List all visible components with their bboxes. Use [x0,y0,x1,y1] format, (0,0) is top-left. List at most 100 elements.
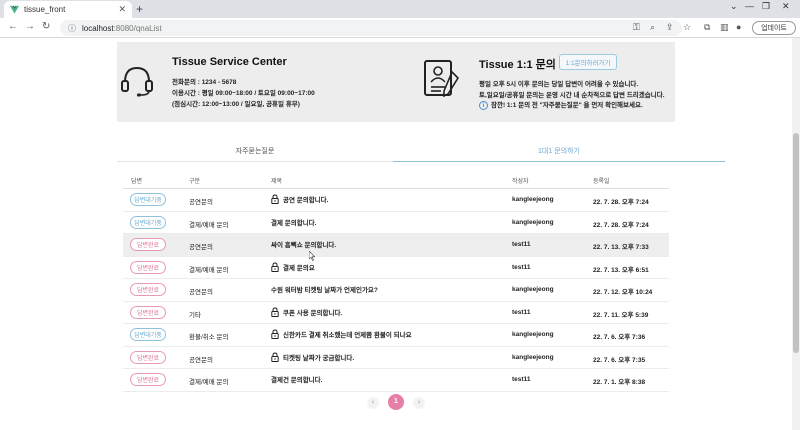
address-bar[interactable]: ⓘ localhost :8080/qnaList [60,20,682,36]
date-cell: 22. 7. 28. 오후 7:24 [593,199,649,206]
title-cell[interactable]: 결제 문의합니다. [271,217,316,227]
back-icon[interactable]: ← [8,21,18,32]
page-tabs: 자주묻는질문 1대1 문의하기 [117,140,725,162]
date-cell: 22. 7. 11. 오후 5:39 [593,311,649,319]
title-text: 결제 문의요 [283,264,315,272]
header-author: 작성자 [512,179,529,185]
title-text: 티켓팅 날짜가 궁금합니다. [283,354,355,362]
restore-icon[interactable]: ❐ [762,1,770,12]
status-badge: 답변대기중 [130,193,166,206]
date-cell: 22. 7. 1. 오후 8:38 [593,379,646,386]
qa-faq-notice-text: 잠깐! 1:1 문의 전 "자주묻는질문" 을 먼저 확인해보세요. [491,102,643,109]
table-row[interactable]: 답변완료 공연문의 수원 워터밤 티켓팅 날짜가 언제인가요? kangleejeon… [123,279,669,302]
minimize-icon[interactable]: — [745,1,754,11]
author-cell: kangleejeong [512,353,554,361]
table-row[interactable]: 답변대기중 결제/예매 문의 결제 문의합니다. kangleejeong 22. 7.… [123,212,669,234]
status-badge: 답변완료 [130,238,166,251]
category-cell: 결제/예매 문의 [189,266,229,274]
tab-faq-label: 자주묻는질문 [235,147,275,155]
lock-icon [271,351,279,362]
status-badge: 답변대기중 [130,328,166,341]
pagination: ‹ 1 › [367,394,427,412]
title-cell[interactable]: 결제건 문의합니다. [271,374,322,384]
document-profile-icon [424,60,460,98]
date-cell: 22. 7. 6. 오후 7:35 [593,356,646,364]
table-row[interactable]: 답변완료 공연문의 티켓팅 날짜가 궁금합니다. kangleejeong 22. 7.… [123,347,669,369]
extensions-icon[interactable]: ⧉ [704,22,710,33]
lock-icon [271,194,279,204]
status-badge: 답변완료 [130,350,166,364]
status-badge: 답변완료 [130,260,166,274]
status-badge: 답변완료 [130,283,166,296]
author-cell: kangleejeong [512,331,554,338]
next-page-button[interactable]: › [413,397,425,409]
table-row[interactable]: 답변대기중 환불/취소 문의 신한카드 결제 취소했는데 언제쯤 환불이 되나요 ka… [123,324,669,347]
goto-inquiry-label: 1:1문의하러가기 [565,60,611,67]
table-row[interactable]: 답변완료 공연문의 싸이 흠뻑쇼 문의합니다. test11 22. 7. 13. 오후… [123,234,669,257]
url-path: :8080/qnaList [113,23,162,33]
header-date: 등록일 [593,179,610,185]
service-lunch-hours: (점심시간: 12:00~13:00 / 일요일, 공휴일 휴무) [172,101,300,108]
title-cell[interactable]: 수원 워터밤 티켓팅 날짜가 언제인가요? [271,284,378,294]
profile-avatar-icon[interactable]: ● [736,22,741,32]
title-text: 신한카드 결제 취소했는데 언제쯤 환불이 되나요 [283,332,412,339]
title-text: 싸이 흠뻑쇼 문의합니다. [271,242,337,249]
page-viewport: Tissue Service Center 전화문의 : 1234 - 5678… [0,38,792,430]
tab-qna-label: 1대1 문의하기 [538,147,580,155]
title-text: 수원 워터밤 티켓팅 날짜가 언제인가요? [271,287,378,294]
title-cell[interactable]: 신한카드 결제 취소했는데 언제쯤 환불이 되나요 [271,329,412,339]
zoom-icon[interactable]: ⌕ [650,22,655,33]
reload-icon[interactable]: ↻ [42,21,50,32]
new-tab-button[interactable]: + [136,2,143,16]
scrollbar-thumb[interactable] [793,133,799,353]
tab-faq[interactable]: 자주묻는질문 [117,140,393,162]
window-close-icon[interactable]: ✕ [782,1,790,12]
status-badge: 답변완료 [130,305,166,319]
table-row[interactable]: 답변완료 결제/예매 문의 결제 문의요 test11 22. 7. 13. 오후 6:… [123,257,669,279]
page-1-button[interactable]: 1 [388,394,404,410]
date-cell: 22. 7. 13. 오후 6:51 [593,266,649,274]
browser-tab[interactable]: tissue_front ✕ [4,1,132,18]
inquiry-table: 답변 구분 제목 작성자 등록일 답변대기중 공연문의 공연 문의합니다. kangl… [123,171,669,392]
title-text: 결제 문의합니다. [271,219,317,227]
qa-faq-notice: i 잠깐! 1:1 문의 전 "자주묻는질문" 을 먼저 확인해보세요. [479,99,643,110]
tab-title: tissue_front [24,5,66,14]
goto-inquiry-button[interactable]: 1:1문의하러가기 [559,54,617,70]
title-cell[interactable]: 공연 문의합니다. [271,194,328,204]
bookmark-star-icon[interactable]: ☆ [683,22,691,33]
category-cell: 환불/취소 문의 [189,334,229,341]
date-cell: 22. 7. 6. 오후 7:36 [593,334,646,341]
table-row[interactable]: 답변완료 결제/예매 문의 결제건 문의합니다. test11 22. 7. 1. 오후… [123,369,669,392]
title-text: 결제건 문의합니다. [271,377,323,384]
table-row[interactable]: 답변대기중 공연문의 공연 문의합니다. kangleejeong 22. 7. 28.… [123,189,669,212]
title-cell[interactable]: 티켓팅 날짜가 궁금합니다. [271,351,355,362]
qa-title: Tissue 1:1 문의 [479,59,556,71]
key-icon[interactable]: ⚿ [633,22,640,33]
header-title: 제목 [271,179,283,185]
mouse-cursor-icon [309,251,315,261]
forward-icon[interactable]: → [25,21,35,32]
author-cell: kangleejeong [512,218,554,226]
info-box: Tissue Service Center 전화문의 : 1234 - 5678… [117,42,675,122]
title-cell[interactable]: 쿠폰 사용 문의합니다. [271,306,343,317]
date-cell: 22. 7. 28. 오후 7:24 [593,221,649,229]
title-text: 쿠폰 사용 문의합니다. [283,309,343,317]
update-button[interactable]: 업데이트 [752,21,796,35]
author-cell: kangleejeong [512,196,554,203]
category-cell: 공연문의 [189,289,213,296]
update-button-label: 업데이트 [761,25,787,32]
title-text: 공연 문의합니다. [283,197,329,204]
title-cell[interactable]: 싸이 흠뻑쇼 문의합니다. [271,239,336,249]
category-cell: 결제/예매 문의 [189,379,229,386]
prev-page-button[interactable]: ‹ [367,397,379,409]
title-cell[interactable]: 결제 문의요 [271,261,315,272]
share-icon[interactable]: ⇪ [666,22,674,33]
side-panel-icon[interactable]: ▥ [720,22,729,33]
chevron-down-icon[interactable]: ⌄ [730,1,738,12]
tab-qna[interactable]: 1대1 문의하기 [393,140,725,162]
close-tab-icon[interactable]: ✕ [118,4,126,15]
site-info-icon[interactable]: ⓘ [68,23,76,34]
service-center-title: Tissue Service Center [172,56,287,68]
table-row[interactable]: 답변완료 기타 쿠폰 사용 문의합니다. test11 22. 7. 11. 오후 5:… [123,302,669,324]
page-scrollbar[interactable] [792,38,800,430]
